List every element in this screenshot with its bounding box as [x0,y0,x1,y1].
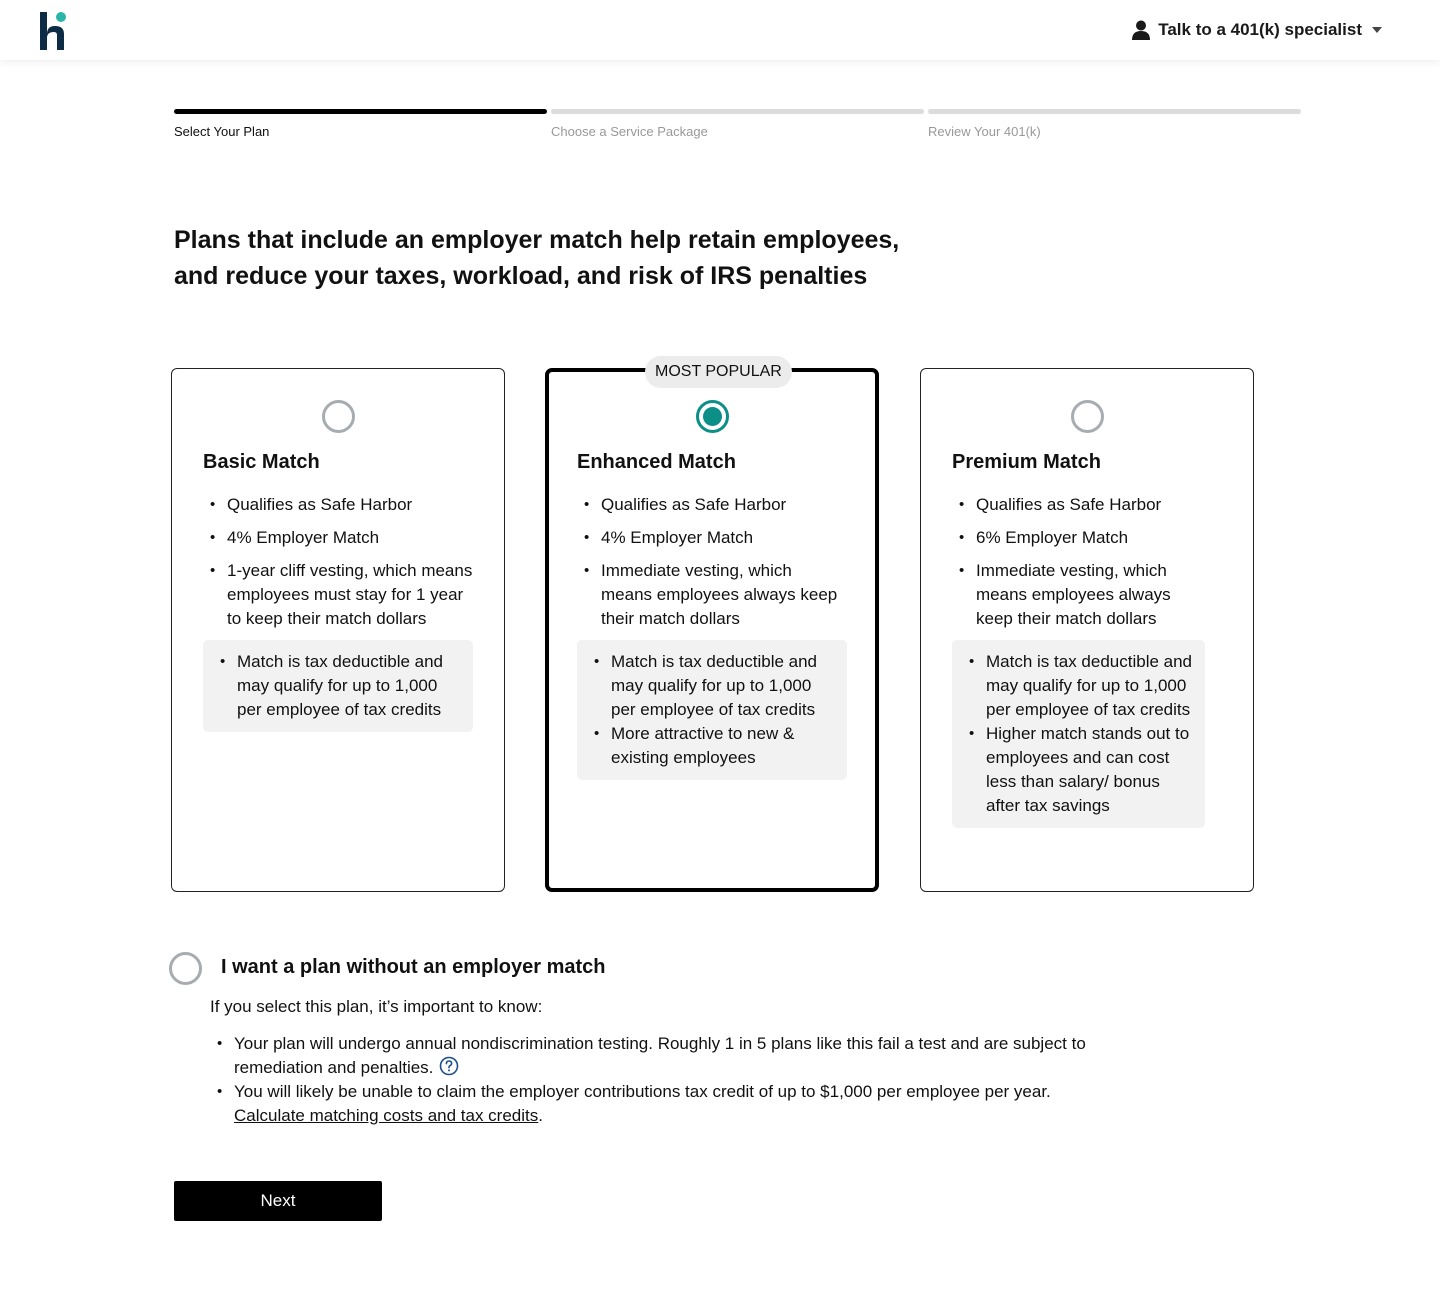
benefit-item: More attractive to new & existing employ… [587,722,837,770]
step-bar [174,109,547,114]
talk-to-specialist-menu[interactable]: Talk to a 401(k) specialist [1132,18,1382,42]
feature-item: 6% Employer Match [952,526,1212,550]
benefit-item: Higher match stands out to employees and… [962,722,1195,818]
plan-benefits: Match is tax deductible and may qualify … [203,640,473,732]
page-title: Plans that include an employer match hel… [174,222,994,294]
step-label: Choose a Service Package [551,124,708,139]
plan-radio-basic-match[interactable] [322,400,355,433]
plan-card-premium-match[interactable]: Premium Match Qualifies as Safe Harbor 6… [920,368,1254,892]
plan-features: Qualifies as Safe Harbor 4% Employer Mat… [577,493,847,780]
plan-title: Basic Match [203,451,320,473]
step-bar [551,109,924,114]
step-label: Review Your 401(k) [928,124,1041,139]
feature-item: Qualifies as Safe Harbor [577,493,847,517]
benefit-item: Match is tax deductible and may qualify … [587,650,837,722]
most-popular-badge: MOST POPULAR [645,356,792,388]
calculate-matching-costs-link[interactable]: Calculate matching costs and tax credits [234,1106,538,1125]
benefit-item: Match is tax deductible and may qualify … [962,650,1195,722]
plan-card-basic-match[interactable]: Basic Match Qualifies as Safe Harbor 4% … [171,368,505,892]
warning-item: Your plan will undergo annual nondiscrim… [210,1032,1150,1080]
next-button[interactable]: Next [174,1181,382,1221]
chevron-down-icon [1372,27,1382,33]
step-choose-service-package: Choose a Service Package [551,109,924,139]
page-title-line-2: and reduce your taxes, workload, and ris… [174,262,868,290]
top-header: Talk to a 401(k) specialist [0,0,1440,60]
person-icon [1132,20,1151,40]
step-select-your-plan: Select Your Plan [174,109,547,139]
plan-radio-enhanced-match[interactable] [696,400,729,433]
benefit-item: Match is tax deductible and may qualify … [213,650,463,722]
step-review-your-401k: Review Your 401(k) [928,109,1301,139]
hi-logo-icon[interactable] [38,10,70,52]
plan-features: Qualifies as Safe Harbor 6% Employer Mat… [952,493,1212,828]
plan-title: Premium Match [952,451,1101,473]
no-match-intro: If you select this plan, it’s important … [210,997,543,1016]
plan-benefits: Match is tax deductible and may qualify … [577,640,847,780]
feature-item: Qualifies as Safe Harbor [952,493,1212,517]
feature-item: Immediate vesting, which means employees… [577,559,847,631]
warning-text: Your plan will undergo annual nondiscrim… [234,1034,1086,1077]
warning-text: You will likely be unable to claim the e… [234,1082,1051,1101]
link-suffix: . [538,1106,543,1125]
plan-features: Qualifies as Safe Harbor 4% Employer Mat… [203,493,473,732]
no-match-warnings: Your plan will undergo annual nondiscrim… [210,1032,1150,1128]
plan-radio-premium-match[interactable] [1071,400,1104,433]
plan-card-enhanced-match[interactable]: MOST POPULAR Enhanced Match Qualifies as… [545,356,879,892]
feature-item: 1-year cliff vesting, which means employ… [203,559,473,631]
feature-item: 4% Employer Match [577,526,847,550]
step-label: Select Your Plan [174,124,270,139]
feature-item: Qualifies as Safe Harbor [203,493,473,517]
warning-item: You will likely be unable to claim the e… [210,1080,1150,1128]
no-match-plan-radio[interactable] [169,952,202,985]
no-match-plan-title[interactable]: I want a plan without an employer match [221,956,606,979]
step-bar [928,109,1301,114]
specialist-label: Talk to a 401(k) specialist [1158,20,1362,39]
plan-benefits: Match is tax deductible and may qualify … [952,640,1205,828]
feature-item: Immediate vesting, which means employees… [952,559,1212,631]
page-title-line-1: Plans that include an employer match hel… [174,226,900,254]
feature-item: 4% Employer Match [203,526,473,550]
plan-title: Enhanced Match [577,451,736,473]
question-circle-icon[interactable] [439,1056,459,1076]
